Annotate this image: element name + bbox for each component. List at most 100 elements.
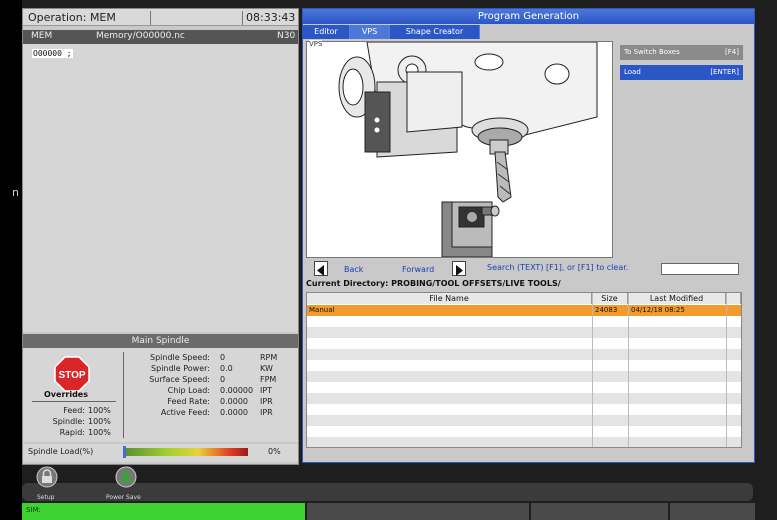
column-header-size[interactable]: Size xyxy=(592,293,628,304)
status-segment xyxy=(531,503,668,520)
edge-glyph: n xyxy=(12,186,19,199)
file-size-cell: 24083 xyxy=(595,306,618,314)
status-segment xyxy=(670,503,755,520)
override-rapid-value: 100% xyxy=(88,428,111,437)
readout-unit: IPR xyxy=(260,408,273,417)
load-button[interactable]: Load [ENTER] xyxy=(620,65,743,80)
readout-label: Surface Speed: xyxy=(149,375,210,384)
readout-value: 0.0000 xyxy=(220,397,248,406)
readout-unit: KW xyxy=(260,364,273,373)
power-save-label: Power Save xyxy=(106,494,141,501)
setup-label: Setup xyxy=(37,494,55,501)
divider xyxy=(242,11,243,25)
column-divider xyxy=(628,293,629,447)
panel-title: Program Generation xyxy=(303,9,754,24)
readout-value: 0.0000 xyxy=(220,408,248,417)
switch-boxes-button[interactable]: To Switch Boxes [F4] xyxy=(620,45,743,60)
spindle-load-bar xyxy=(123,448,248,456)
table-row[interactable] xyxy=(307,360,741,371)
override-spindle-value: 100% xyxy=(88,417,111,426)
tab-vps[interactable]: VPS xyxy=(350,25,390,39)
memory-mode: MEM xyxy=(31,31,53,41)
override-feed-value: 100% xyxy=(88,406,111,415)
table-row[interactable] xyxy=(307,327,741,338)
status-segment: SIM: xyxy=(22,503,305,520)
column-header-last-modified[interactable]: Last Modified xyxy=(628,293,726,304)
column-divider xyxy=(592,293,593,447)
readout-unit: IPT xyxy=(260,386,273,395)
forward-link[interactable]: Forward xyxy=(402,265,434,274)
readout-value: 0 xyxy=(220,375,226,384)
readout-label: Spindle Power: xyxy=(151,364,210,373)
divider xyxy=(123,352,124,438)
memory-header: MEM Memory/O00000.nc N30 xyxy=(23,30,298,44)
power-save-icon[interactable] xyxy=(113,466,139,488)
tab-shape-creator[interactable]: Shape Creator xyxy=(390,25,480,39)
column-divider xyxy=(726,293,727,447)
switch-boxes-label: To Switch Boxes xyxy=(624,48,680,56)
readout-unit: FPM xyxy=(260,375,277,384)
table-row[interactable] xyxy=(307,404,741,415)
file-modified-cell: 04/12/18 08:25 xyxy=(631,306,685,314)
setup-icon[interactable] xyxy=(34,466,60,488)
spindle-load-marker xyxy=(123,446,126,458)
operation-mode: Operation: MEM xyxy=(28,11,116,24)
switch-boxes-key: [F4] xyxy=(725,48,739,56)
current-directory: Current Directory: PROBING/TOOL OFFSETS/… xyxy=(306,279,561,288)
spindle-title: Main Spindle xyxy=(23,334,298,348)
table-row[interactable] xyxy=(307,393,741,404)
table-row[interactable] xyxy=(307,415,741,426)
forward-arrow-icon[interactable] xyxy=(452,261,466,276)
table-row[interactable] xyxy=(307,382,741,393)
vps-preview xyxy=(306,41,613,258)
file-name-cell: Manual xyxy=(309,306,335,314)
table-row[interactable]: Manual 24083 04/12/18 08:25 xyxy=(307,305,741,316)
spindle-load-label: Spindle Load(%) xyxy=(28,447,94,456)
tab-editor[interactable]: Editor xyxy=(303,25,350,39)
table-row[interactable] xyxy=(307,426,741,437)
readout-unit: IPR xyxy=(260,397,273,406)
back-arrow-icon[interactable] xyxy=(314,261,328,276)
column-header-file-name[interactable]: File Name xyxy=(307,293,592,304)
table-row[interactable] xyxy=(307,349,741,360)
override-spindle-label: Spindle: xyxy=(52,417,85,426)
table-row[interactable] xyxy=(307,338,741,349)
table-row[interactable] xyxy=(307,316,741,327)
machine-tool-illustration xyxy=(338,41,598,258)
line-number: N30 xyxy=(277,31,296,41)
search-hint: Search (TEXT) [F1], or [F1] to clear. xyxy=(487,263,629,272)
readout-unit: RPM xyxy=(260,353,278,362)
program-editor[interactable] xyxy=(23,44,298,332)
search-input[interactable] xyxy=(661,263,739,275)
readout-label: Chip Load: xyxy=(167,386,210,395)
status-bar: SIM: xyxy=(22,503,755,520)
spindle-load-value: 0% xyxy=(268,447,281,456)
divider xyxy=(32,401,116,402)
override-feed-label: Feed: xyxy=(63,406,85,415)
readout-value: 0.00000 xyxy=(220,386,254,395)
back-link[interactable]: Back xyxy=(344,265,363,274)
code-line[interactable]: O00000 ; xyxy=(32,49,73,58)
memory-file: Memory/O00000.nc xyxy=(96,31,185,41)
status-segment xyxy=(307,503,529,520)
load-label: Load xyxy=(624,68,641,76)
vps-frame-label: VPS xyxy=(309,40,323,48)
overrides-label: Overrides xyxy=(44,390,88,399)
divider xyxy=(150,11,151,25)
override-rapid-label: Rapid: xyxy=(59,428,85,437)
left-edge-strip xyxy=(0,0,22,520)
stop-label: STOP xyxy=(58,370,85,381)
readout-label: Feed Rate: xyxy=(167,397,210,406)
status-text: SIM: xyxy=(26,506,41,514)
readout-label: Active Feed: xyxy=(160,408,210,417)
table-row[interactable] xyxy=(307,437,741,447)
table-row[interactable] xyxy=(307,371,741,382)
clock: 08:33:43 xyxy=(246,11,296,24)
readout-label: Spindle Speed: xyxy=(150,353,210,362)
column-header-blank xyxy=(726,293,741,304)
file-table: File Name Size Last Modified Manual 2408… xyxy=(306,292,742,448)
stop-icon[interactable]: STOP xyxy=(54,356,90,392)
readout-value: 0.0 xyxy=(220,364,233,373)
load-key: [ENTER] xyxy=(710,68,739,76)
readout-value: 0 xyxy=(220,353,226,362)
